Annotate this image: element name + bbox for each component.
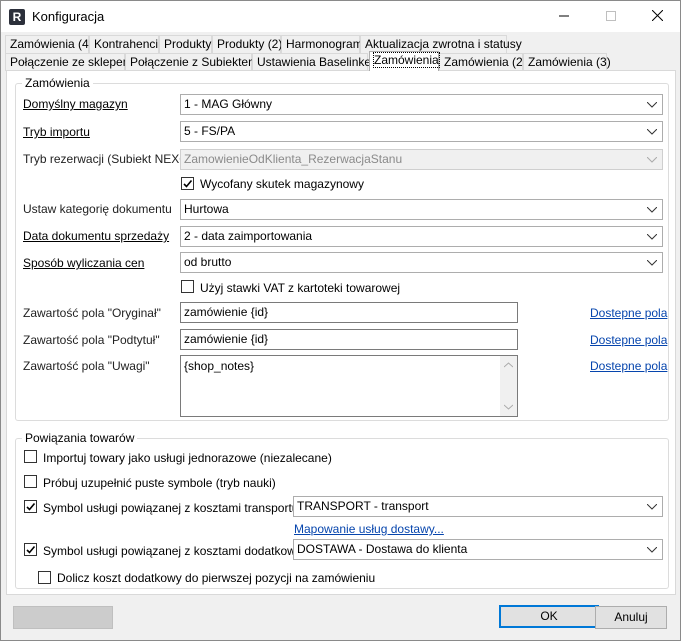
chevron-down-icon	[646, 150, 658, 169]
tab-baselinker-settings[interactable]: Ustawienia Baselinker	[252, 53, 375, 71]
original-input[interactable]: zamówienie {id}	[180, 302, 518, 323]
tab-products[interactable]: Produkty	[159, 35, 212, 53]
tab-orders-4[interactable]: Zamówienia (4)	[5, 35, 93, 53]
price-method-select[interactable]: od brutto	[180, 252, 663, 273]
chevron-down-icon	[646, 253, 658, 272]
vat-checkbox[interactable]	[181, 280, 194, 293]
available-fields-link-subtitle[interactable]: Dostepne pola	[590, 333, 667, 347]
import-services-label: Importuj towary jako usługi jednorazowe …	[43, 451, 332, 465]
chevron-down-icon	[646, 497, 658, 516]
stock-effect-label: Wycofany skutek magazynowy	[200, 177, 364, 191]
notes-label: Zawartość pola "Uwagi"	[23, 359, 150, 373]
import-mode-label: Tryb importu	[23, 125, 90, 139]
disabled-button	[13, 606, 113, 629]
chevron-down-icon	[646, 227, 658, 246]
warehouse-label: Domyślny magazyn	[23, 97, 128, 111]
reservation-label: Tryb rezerwacji (Subiekt NEXO)	[23, 152, 193, 166]
transport-label: Symbol usługi powiązanej z kosztami tran…	[43, 501, 299, 515]
doc-category-label: Ustaw kategorię dokumentu	[23, 202, 172, 216]
title-bar: R Konfiguracja	[1, 1, 680, 32]
fill-symbols-checkbox[interactable]	[24, 475, 37, 488]
tab-orders[interactable]: Zamówienia	[369, 51, 440, 71]
delivery-mapping-link[interactable]: Mapowanie usług dostawy...	[294, 522, 444, 536]
tab-customers[interactable]: Kontrahenci	[89, 35, 159, 53]
tab-page: Zamówienia Domyślny magazyn 1 - MAG Głów…	[6, 70, 676, 595]
stock-effect-checkbox[interactable]	[181, 177, 194, 190]
transport-checkbox[interactable]	[24, 500, 37, 513]
sale-date-label: Data dokumentu sprzedaży	[23, 229, 170, 243]
transport-select[interactable]: TRANSPORT - transport	[293, 496, 663, 517]
checkmark-icon	[26, 502, 36, 511]
doc-category-select[interactable]: Hurtowa	[180, 199, 663, 220]
sale-date-select[interactable]: 2 - data zaimportowania	[180, 226, 663, 247]
config-window: R Konfiguracja Zamówienia (4) Kontrahenc…	[0, 0, 681, 641]
maximize-icon	[606, 11, 616, 21]
add-cost-checkbox[interactable]	[38, 571, 51, 584]
cancel-button[interactable]: Anuluj	[595, 606, 667, 629]
tab-shop-connection[interactable]: Połączenie ze sklepem	[5, 53, 133, 71]
tab-orders-2[interactable]: Zamówienia (2)	[439, 53, 527, 71]
chevron-down-icon	[646, 540, 658, 559]
tab-products-2[interactable]: Produkty (2)	[212, 35, 282, 53]
fill-symbols-label: Próbuj uzupełnić puste symbole (tryb nau…	[43, 476, 276, 490]
scroll-up-icon	[504, 362, 513, 368]
import-mode-select[interactable]: 5 - FS/PA	[180, 121, 663, 142]
original-label: Zawartość pola "Oryginał"	[23, 306, 161, 320]
chevron-down-icon	[646, 95, 658, 114]
checkmark-icon	[26, 545, 36, 554]
chevron-down-icon	[646, 122, 658, 141]
subtitle-label: Zawartość pola "Podtytuł"	[23, 333, 160, 347]
subtitle-input[interactable]: zamówienie {id}	[180, 329, 518, 350]
ok-button[interactable]: OK	[499, 605, 599, 628]
price-method-label: Sposób wyliczania cen	[23, 256, 145, 270]
window-title: Konfiguracja	[32, 9, 105, 24]
chevron-down-icon	[646, 200, 658, 219]
checkmark-icon	[183, 179, 193, 188]
tab-schedule[interactable]: Harmonogram	[281, 35, 363, 53]
minimize-icon	[559, 15, 569, 17]
vat-label: Użyj stawki VAT z kartoteki towarowej	[200, 281, 401, 295]
tab-subiekt-connection[interactable]: Połączenie z Subiektem	[125, 53, 258, 71]
app-logo-icon: R	[9, 9, 25, 25]
maximize-button	[588, 1, 634, 32]
notes-textarea[interactable]: {shop_notes}	[180, 355, 518, 417]
available-fields-link-notes[interactable]: Dostepne pola	[590, 359, 667, 373]
add-cost-label: Dolicz koszt dodatkowy do pierwszej pozy…	[57, 571, 376, 585]
orders-group-title: Zamówienia	[22, 76, 93, 90]
reservation-select: ZamowienieOdKlienta_RezerwacjaStanu	[180, 149, 663, 170]
minimize-button[interactable]	[541, 1, 587, 32]
extra-costs-label: Symbol usługi powiązanej z kosztami doda…	[43, 544, 315, 558]
close-button[interactable]	[634, 1, 680, 32]
notes-text: {shop_notes}	[184, 359, 255, 373]
extra-costs-checkbox[interactable]	[24, 543, 37, 556]
extra-costs-select[interactable]: DOSTAWA - Dostawa do klienta	[293, 539, 663, 560]
notes-scrollbar[interactable]	[500, 356, 517, 416]
tab-orders-3[interactable]: Zamówienia (3)	[523, 53, 611, 71]
close-icon	[651, 9, 663, 22]
scroll-down-icon	[504, 404, 513, 410]
warehouse-select[interactable]: 1 - MAG Główny	[180, 94, 663, 115]
links-group-title: Powiązania towarów	[22, 431, 138, 445]
import-services-checkbox[interactable]	[24, 450, 37, 463]
available-fields-link-original[interactable]: Dostepne pola	[590, 306, 667, 320]
